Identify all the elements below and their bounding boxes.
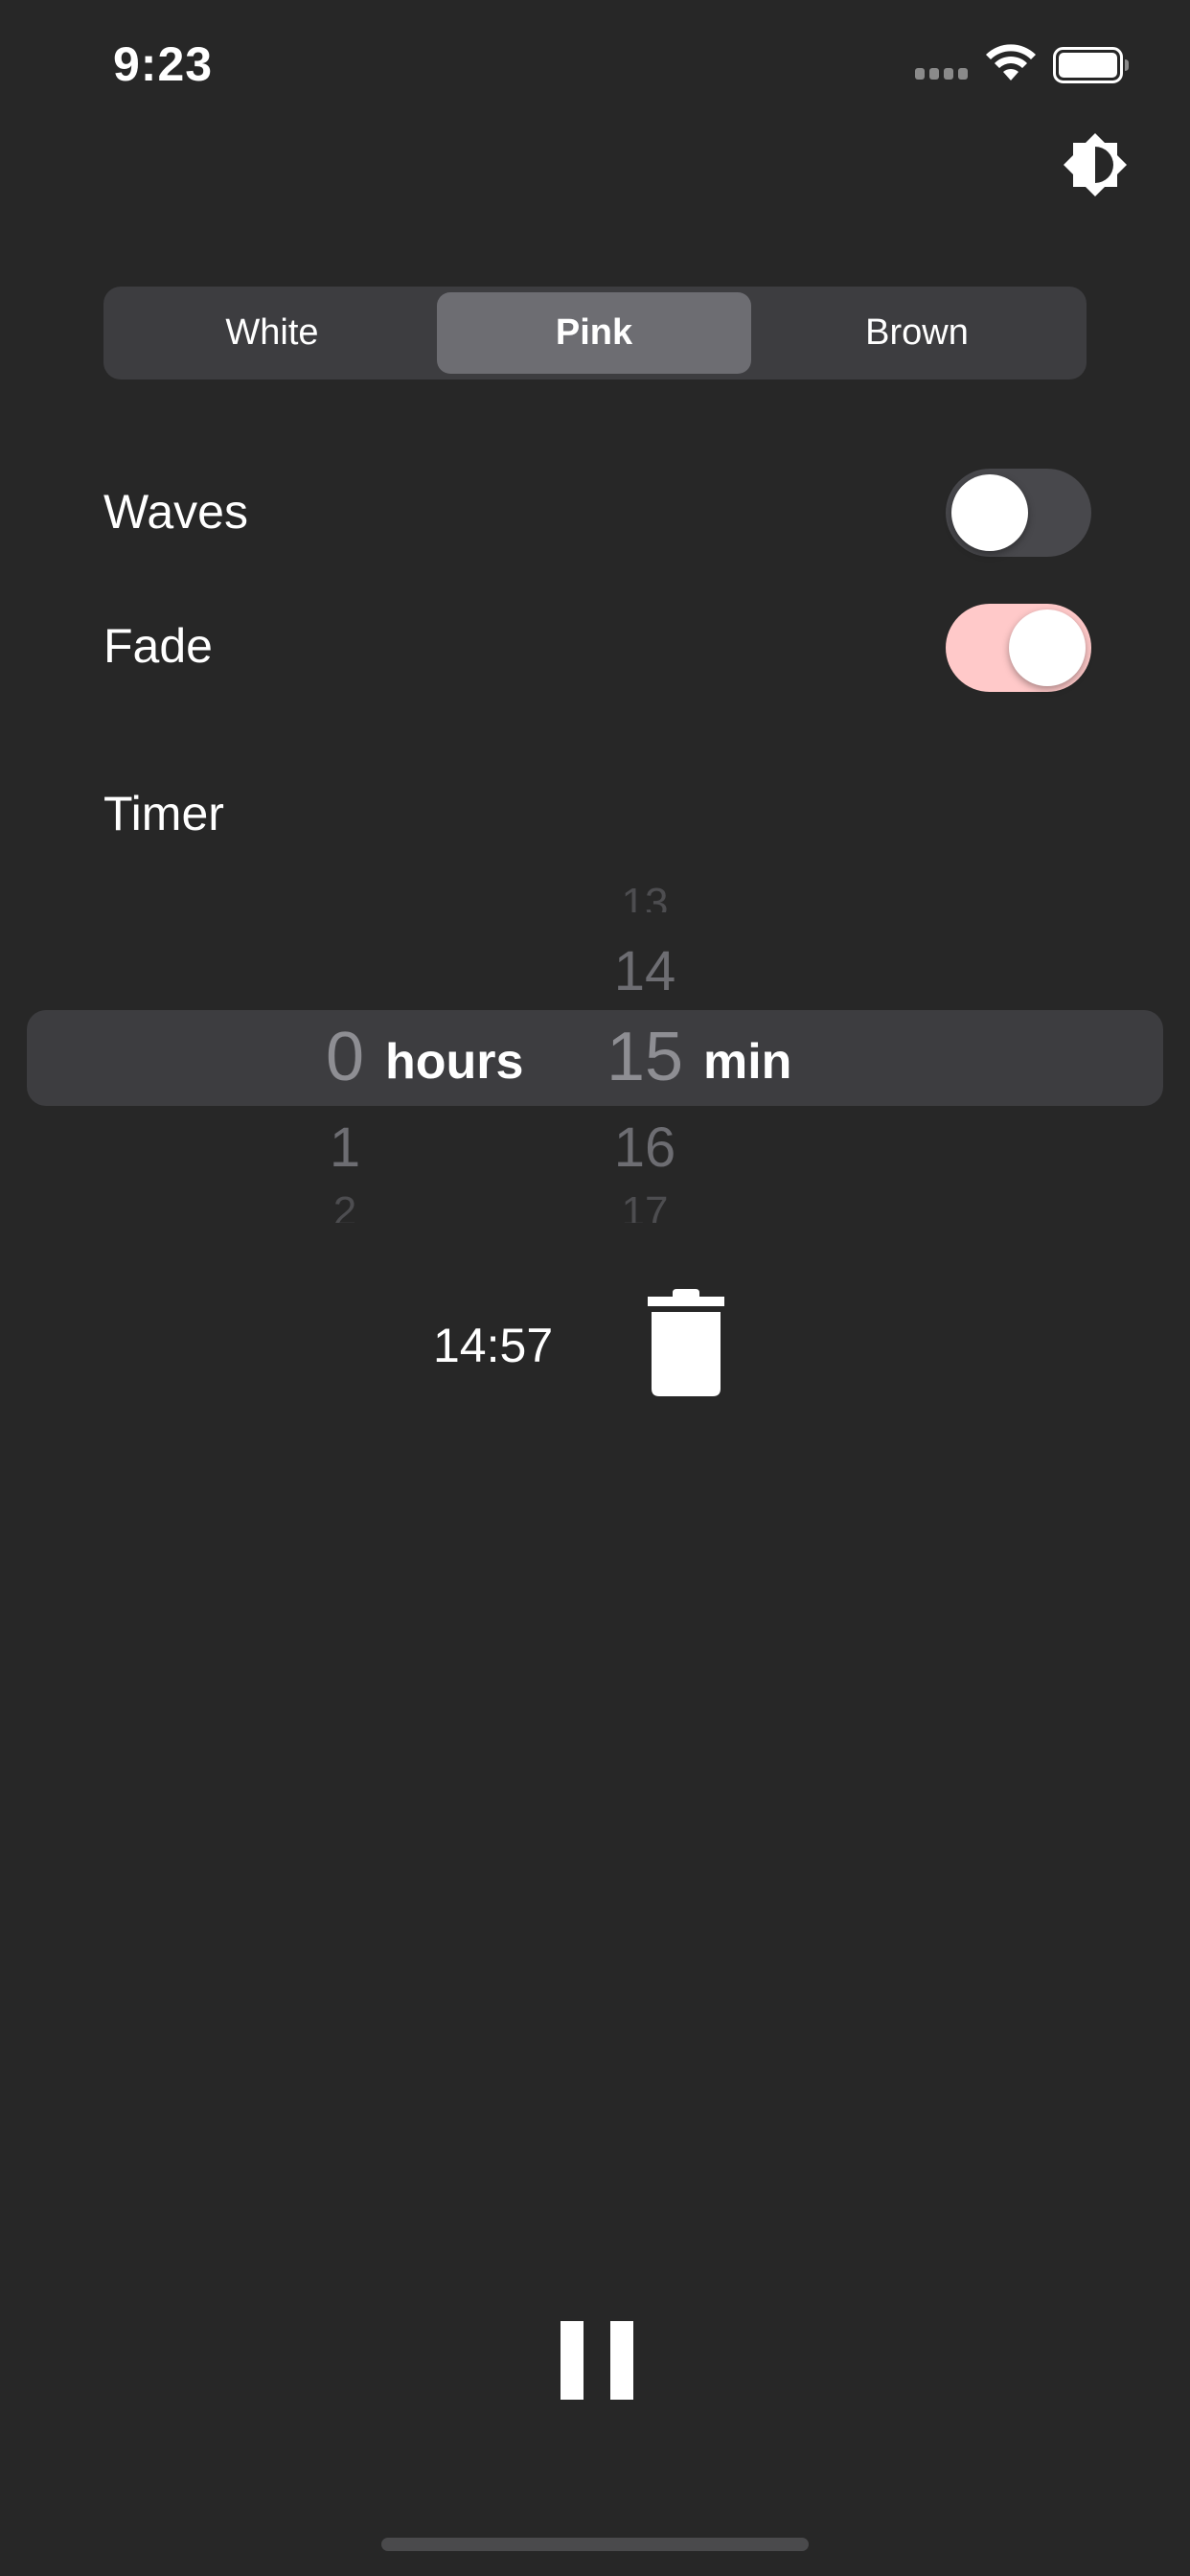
timer-label: Timer [103, 787, 224, 840]
cellular-signal-icon [915, 68, 968, 80]
battery-icon [1053, 47, 1129, 83]
hours-unit-label: hours [385, 1034, 524, 1090]
minutes-option[interactable]: 16 [587, 1116, 702, 1180]
timer-remaining: 14:57 [433, 1319, 554, 1372]
toggle-knob [1009, 610, 1086, 686]
segment-pink[interactable]: Pink [437, 292, 751, 374]
pause-icon [561, 2321, 584, 2400]
trash-icon[interactable] [644, 1289, 728, 1396]
toggle-knob [951, 474, 1028, 551]
minutes-unit-label: min [703, 1034, 792, 1090]
pause-button[interactable] [556, 2319, 638, 2402]
segment-white[interactable]: White [109, 292, 435, 374]
hours-option[interactable]: 1 [287, 1116, 402, 1180]
brightness-toggle-icon[interactable] [1062, 131, 1129, 198]
segment-brown[interactable]: Brown [753, 292, 1081, 374]
noise-type-segmented-control: White Pink Brown [103, 287, 1087, 380]
wifi-icon [986, 44, 1036, 80]
home-indicator[interactable] [381, 2538, 809, 2551]
minutes-option[interactable]: 14 [587, 939, 702, 1003]
hours-option[interactable]: 2 [287, 1188, 402, 1223]
minutes-wheel-selected[interactable]: 15 [587, 1018, 702, 1096]
waves-toggle[interactable] [946, 469, 1091, 557]
waves-label: Waves [103, 485, 248, 539]
minutes-option[interactable]: 13 [587, 880, 702, 912]
status-time: 9:23 [113, 37, 214, 91]
fade-toggle[interactable] [946, 604, 1091, 692]
fade-label: Fade [103, 619, 213, 673]
minutes-option[interactable]: 17 [587, 1188, 702, 1223]
